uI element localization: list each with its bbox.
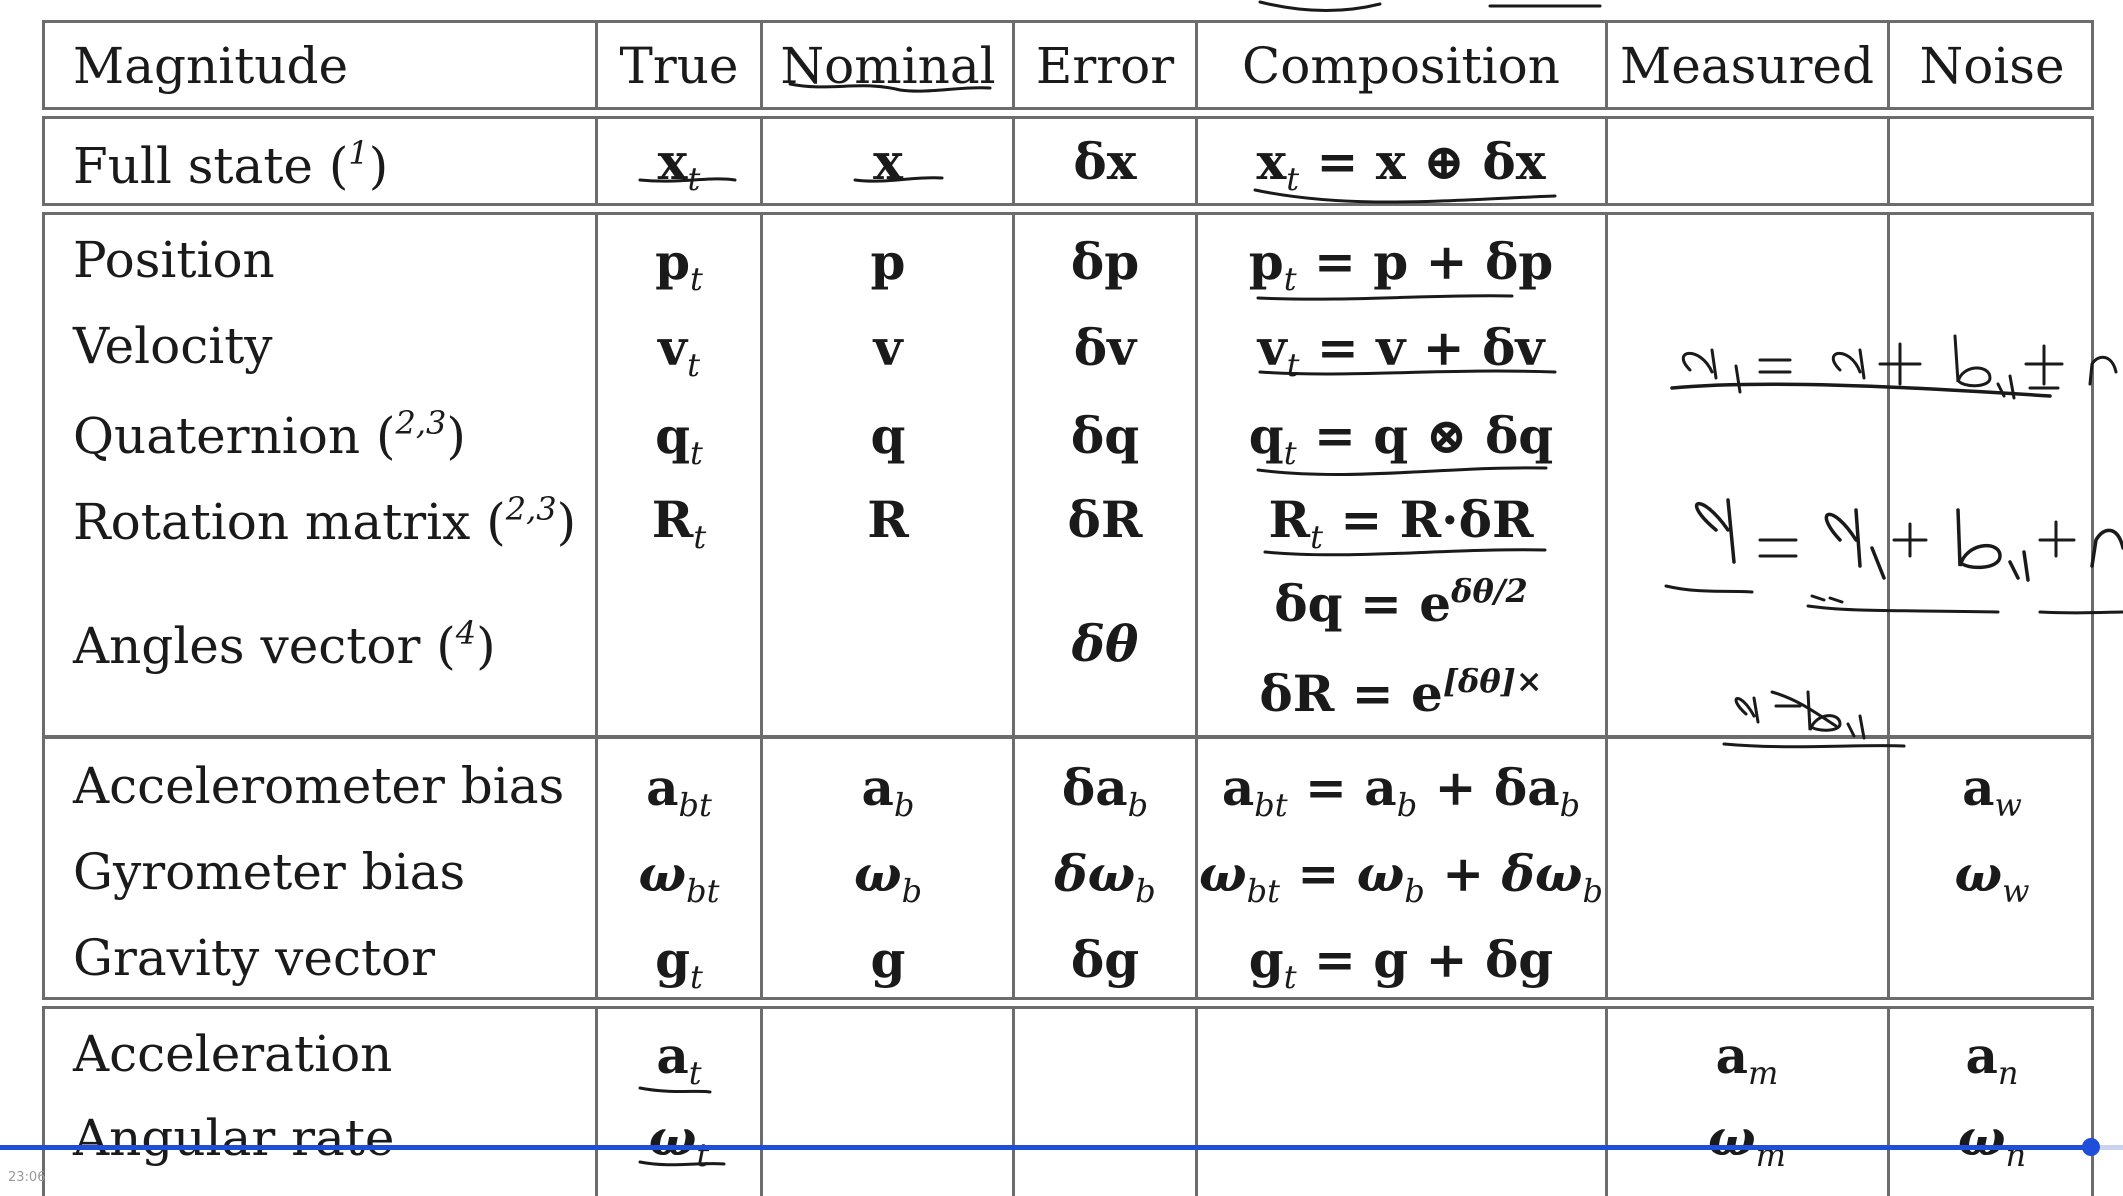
row-position-label: Position (73, 231, 275, 289)
row-angles-label: Angles vector (4) (73, 614, 496, 676)
angular-rate-measured: ωm (1708, 1108, 1786, 1175)
full-state-composition: xt = x ⊕ δx (1256, 132, 1546, 199)
rotation-true: Rt (651, 490, 707, 557)
angles-composition-q: δq = eδθ/2 (1274, 572, 1528, 634)
header-nominal: Nominal (780, 37, 996, 95)
header-measured: Measured (1620, 37, 1874, 95)
angular-rate-noise: ωn (1957, 1108, 2027, 1175)
gravity-error: δg (1070, 930, 1140, 989)
velocity-composition: vt = v + δv (1257, 318, 1545, 385)
full-state-nominal: x (873, 132, 903, 191)
quaternion-composition: qt = q ⊗ δq (1248, 406, 1554, 473)
acc-bias-error: δab (1061, 758, 1149, 825)
header-error: Error (1035, 37, 1175, 95)
gyro-bias-composition: ωbt = ωb + δωb (1199, 844, 1603, 911)
position-true: pt (655, 232, 703, 299)
position-error: δp (1070, 232, 1140, 291)
acc-bias-nominal: ab (861, 758, 915, 825)
header-composition: Composition (1242, 37, 1560, 95)
row-quaternion-label: Quaternion (2,3) (73, 404, 466, 466)
header-true: True (619, 37, 739, 95)
video-scrubber-handle[interactable] (2082, 1138, 2101, 1156)
gyro-bias-noise: ωw (1954, 844, 2030, 911)
acc-bias-true: abt (646, 758, 712, 825)
velocity-true: vt (658, 318, 700, 385)
row-acc-bias-label: Accelerometer bias (73, 757, 565, 815)
quaternion-error: δq (1070, 406, 1140, 465)
gravity-true: gt (655, 930, 703, 997)
acceleration-noise: an (1965, 1026, 2019, 1093)
row-angular-rate-label: Angular rate (73, 1109, 395, 1167)
full-state-true: xt (657, 132, 701, 199)
angles-composition-r: δR = e[δθ]× (1259, 662, 1543, 724)
header-magnitude: Magnitude (73, 37, 349, 95)
rotation-nominal: R (867, 490, 909, 549)
angles-error: δθ (1071, 614, 1139, 673)
acceleration-measured: am (1715, 1026, 1779, 1093)
position-composition: pt = p + δp (1248, 232, 1554, 299)
rotation-error: δR (1067, 490, 1143, 549)
row-acceleration-label: Acceleration (73, 1025, 393, 1083)
acc-bias-composition: abt = ab + δab (1221, 758, 1581, 825)
row-gravity-label: Gravity vector (73, 929, 436, 987)
rotation-composition: Rt = R·δR (1268, 490, 1534, 557)
table-block-full-state: Full state (1) xt x δx xt = x ⊕ δx (42, 116, 2094, 206)
slide-page: Magnitude True Nominal Error Composition… (0, 0, 2123, 1196)
angular-rate-true: ωt (648, 1108, 710, 1175)
gravity-composition: gt = g + δg (1248, 930, 1554, 997)
quaternion-true: qt (655, 406, 703, 473)
gyro-bias-nominal: ωb (853, 844, 923, 911)
table-block-pose: Position pt p δp pt = p + δp Velocity vt… (42, 212, 2094, 738)
table-block-bias: Accelerometer bias abt ab δab abt = ab +… (42, 736, 2094, 1000)
full-state-error: δx (1073, 132, 1137, 191)
video-progress-bar[interactable] (0, 1138, 2123, 1156)
row-full-state-label: Full state (1) (73, 134, 389, 196)
row-velocity-label: Velocity (73, 317, 273, 375)
gyro-bias-error: δωb (1054, 844, 1156, 911)
table-header: Magnitude True Nominal Error Composition… (42, 20, 2094, 110)
velocity-nominal: v (873, 318, 903, 377)
video-progress-fill (0, 1145, 2092, 1150)
acc-bias-noise: aw (1962, 758, 2022, 825)
gravity-nominal: g (870, 930, 906, 989)
table-block-measurements: Acceleration at am an Angular rate ωt ωm… (42, 1006, 2094, 1196)
gyro-bias-true: ωbt (638, 844, 720, 911)
header-noise: Noise (1919, 37, 2065, 95)
video-timestamp: 23:06 (8, 1170, 46, 1185)
row-rotation-label: Rotation matrix (2,3) (73, 490, 577, 552)
position-nominal: p (870, 232, 906, 291)
velocity-error: δv (1073, 318, 1137, 377)
acceleration-true: at (656, 1026, 702, 1093)
row-gyro-bias-label: Gyrometer bias (73, 843, 466, 901)
quaternion-nominal: q (870, 406, 906, 465)
